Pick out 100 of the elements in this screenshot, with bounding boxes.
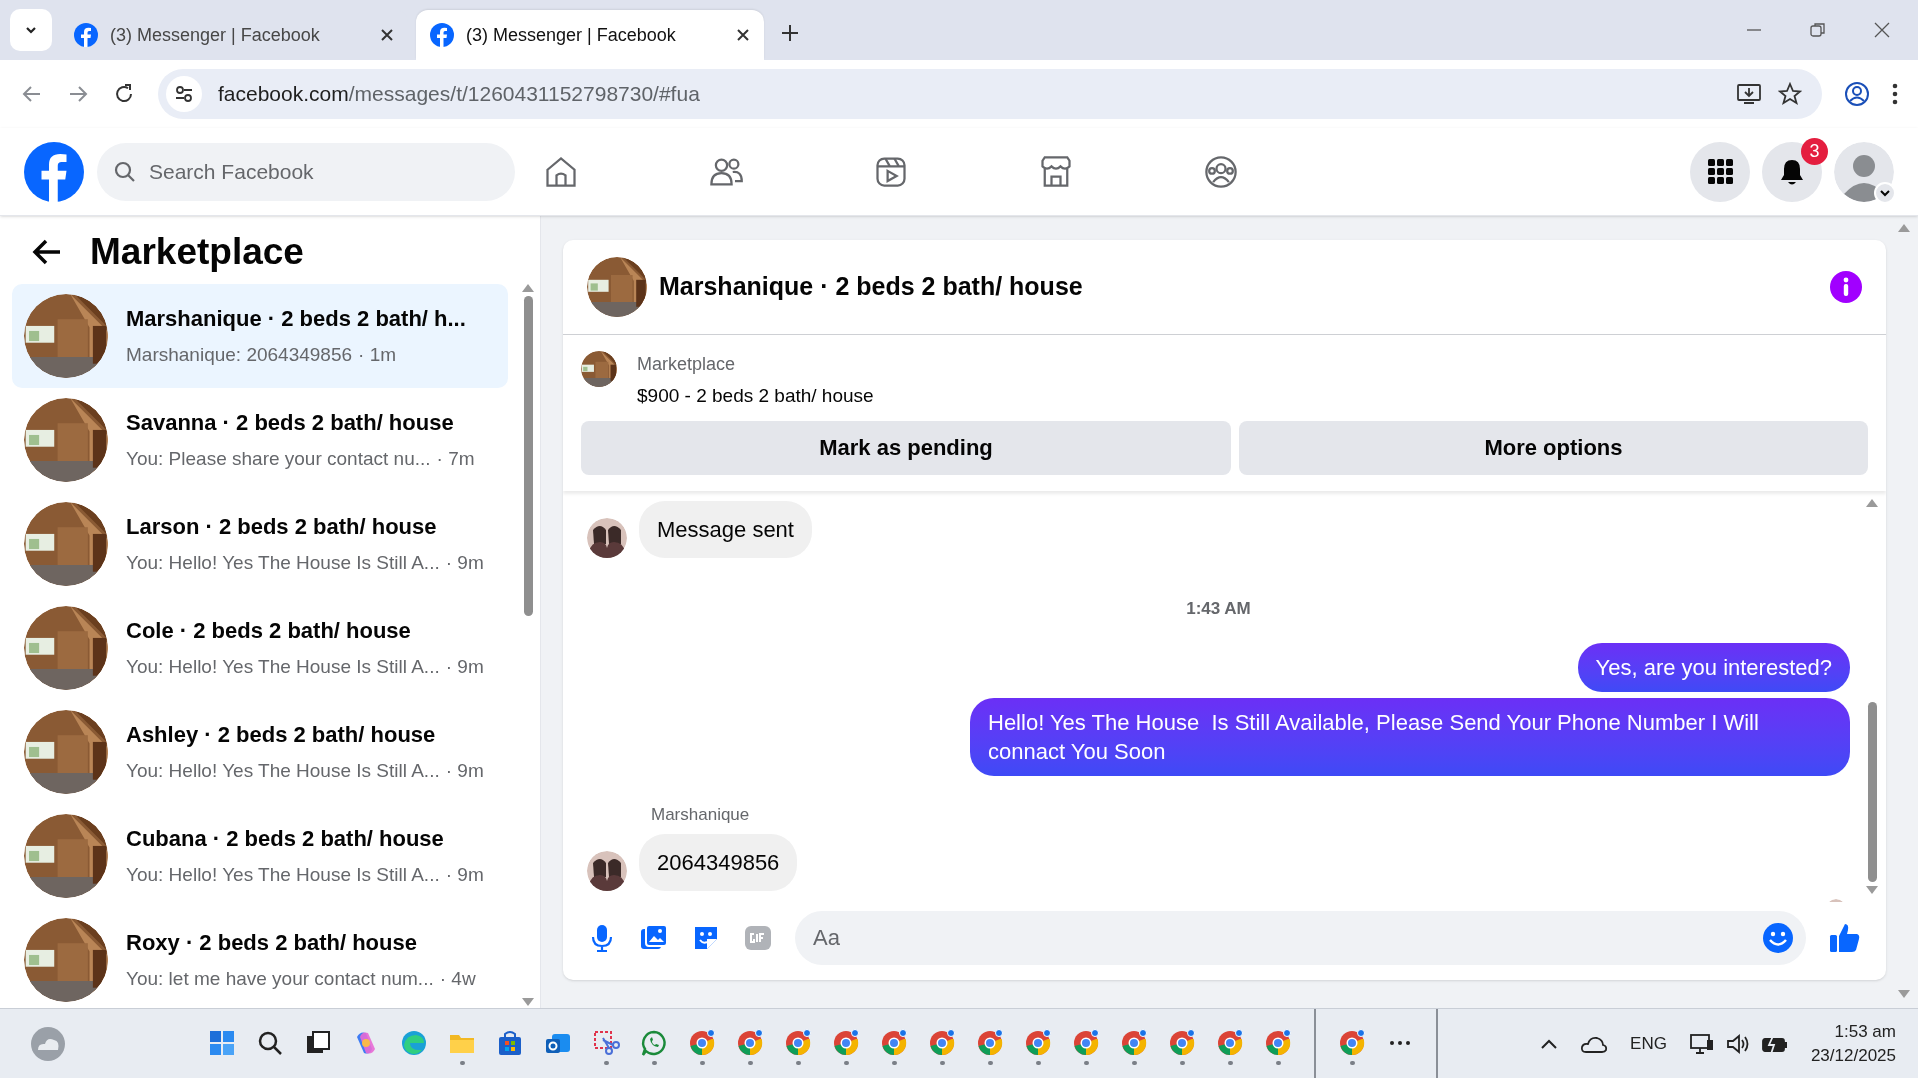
scroll-down-icon[interactable]	[522, 998, 534, 1006]
emoji-icon[interactable]	[1762, 922, 1794, 954]
avatar	[587, 850, 627, 891]
message-time: · 9m	[445, 551, 484, 576]
conversation-item[interactable]: Roxy · 2 beds 2 bath/ house You: let me have your contact num... · 4w	[12, 908, 508, 1008]
site-settings-icon[interactable]	[174, 84, 194, 104]
install-icon[interactable]	[1736, 82, 1762, 106]
conversation-item[interactable]: Savanna · 2 beds 2 bath/ house You: Please share your contact nu... · 7m	[12, 388, 508, 492]
star-icon[interactable]	[1778, 82, 1802, 106]
grid-icon	[1707, 159, 1733, 184]
message-preview: You: Hello! Yes The House Is Still A...	[126, 759, 440, 784]
bell-icon	[1779, 157, 1805, 186]
conversation-title: Marshanique · 2 beds 2 bath/ h...	[126, 305, 466, 334]
groups-icon[interactable]	[1203, 153, 1239, 190]
chrome-icon[interactable]	[832, 1028, 860, 1057]
message-time: · 9m	[445, 863, 484, 888]
more-icon[interactable]	[1892, 83, 1898, 105]
message-preview: You: Please share your contact nu...	[126, 447, 431, 472]
chat-bubble-icon[interactable]	[640, 1028, 668, 1057]
clock-time[interactable]: 1:53 am	[1834, 1019, 1896, 1044]
windows-icon[interactable]	[208, 1028, 236, 1057]
conversation-item[interactable]: Cubana · 2 beds 2 bath/ house You: Hello! Yes The House Is Still A... · 9m	[12, 804, 508, 908]
sent-message: Hello! Yes The House Is Still Available, Please Send Your Phone Number I Will connact You Soon	[970, 698, 1850, 776]
plus-icon	[781, 24, 799, 42]
timestamp: 1:43 AM	[1186, 597, 1251, 620]
language-indicator[interactable]: ENG	[1630, 1030, 1667, 1057]
search-icon	[114, 160, 136, 183]
speaker-icon[interactable]	[1724, 1031, 1751, 1056]
chrome-icon[interactable]	[1168, 1028, 1196, 1057]
scissors-icon[interactable]	[592, 1028, 620, 1057]
conversation-title: Ashley · 2 beds 2 bath/ house	[126, 721, 437, 750]
sidebar-title: Marketplace	[90, 230, 304, 275]
conversation-title: Roxy · 2 beds 2 bath/ house	[126, 929, 418, 958]
clock-date[interactable]: 23/12/2025	[1810, 1043, 1896, 1068]
conversation-item[interactable]: Marshanique · 2 beds 2 bath/ h... Marshanique: 2064349856 · 1m	[12, 284, 508, 388]
chrome-icon[interactable]	[784, 1028, 812, 1057]
store-icon[interactable]	[1038, 153, 1074, 190]
message-preview: You: Hello! Yes The House Is Still A...	[126, 655, 440, 680]
received-message: 2064349856	[639, 833, 798, 891]
close-icon[interactable]	[736, 28, 750, 42]
chrome-icon[interactable]	[688, 1028, 716, 1057]
tab-title: (3) Messenger | Facebook	[466, 23, 677, 47]
chevron-up-icon[interactable]	[1540, 1037, 1559, 1050]
chrome-icon[interactable]	[880, 1028, 908, 1057]
facebook-logo[interactable]	[24, 141, 84, 202]
chrome-icon[interactable]	[1216, 1028, 1244, 1057]
conversation-item[interactable]: Ashley · 2 beds 2 bath/ house You: Hello! Yes The House Is Still A... · 9m	[12, 700, 508, 804]
message-time: · 9m	[445, 759, 484, 784]
restore-icon[interactable]	[1810, 22, 1826, 38]
conversation-item[interactable]: Cole · 2 beds 2 bath/ house You: Hello! Yes The House Is Still A... · 9m	[12, 596, 508, 700]
network-icon[interactable]	[1688, 1031, 1715, 1056]
message-preview: Marshanique: 2064349856	[126, 343, 353, 368]
store-icon[interactable]	[496, 1028, 524, 1057]
message-time: · 1m	[358, 343, 397, 368]
scroll-down-icon[interactable]	[1866, 886, 1878, 894]
scrollbar-thumb[interactable]	[523, 296, 533, 616]
notifications-button[interactable]	[1762, 141, 1822, 202]
notification-badge: 3	[1801, 137, 1828, 165]
conversation-item[interactable]: Larson · 2 beds 2 bath/ house You: Hello! Yes The House Is Still A... · 9m	[12, 492, 508, 596]
avatar	[587, 517, 627, 558]
edge-icon[interactable]	[400, 1028, 428, 1057]
conversation-title: Larson · 2 beds 2 bath/ house	[126, 513, 438, 542]
chrome-icon[interactable]	[736, 1028, 764, 1057]
listing-title: $900 - 2 beds 2 bath/ house	[637, 384, 874, 408]
browser-tab[interactable]: (3) Messenger | Facebook	[416, 10, 764, 60]
search-field[interactable]: Search Facebook	[97, 142, 515, 201]
chrome-icon[interactable]	[976, 1028, 1004, 1057]
info-icon[interactable]	[1830, 271, 1862, 303]
chrome-icon[interactable]	[1072, 1028, 1100, 1057]
scroll-up-icon[interactable]	[1866, 498, 1878, 507]
url-path: /messages/t/1260431152798730/#fua	[348, 82, 700, 106]
conversation-title: Savanna · 2 beds 2 bath/ house	[126, 409, 455, 438]
scroll-up-icon[interactable]	[1898, 224, 1910, 232]
chrome-icon[interactable]	[1264, 1028, 1292, 1057]
message-preview: You: let me have your contact num...	[126, 967, 434, 992]
conversation-title: Cubana · 2 beds 2 bath/ house	[126, 825, 445, 854]
message-time: · 4w	[439, 967, 476, 992]
chrome-icon[interactable]	[1120, 1028, 1148, 1057]
profile-icon[interactable]	[1844, 81, 1870, 107]
close-icon[interactable]	[380, 28, 394, 42]
action-button[interactable]: Mark as pending	[581, 420, 1231, 475]
url-host: facebook.com	[218, 82, 349, 106]
chrome-icon[interactable]	[1024, 1028, 1052, 1057]
conversation-title: Cole · 2 beds 2 bath/ house	[126, 617, 412, 646]
chrome-icon[interactable]	[928, 1028, 956, 1057]
chevron-down-icon[interactable]	[1880, 187, 1890, 198]
scroll-down-icon[interactable]	[1898, 990, 1910, 998]
message-preview: You: Hello! Yes The House Is Still A...	[126, 863, 440, 888]
action-button[interactable]: More options	[1239, 420, 1868, 475]
message-time: · 9m	[445, 655, 484, 680]
close-icon[interactable]	[1874, 22, 1890, 38]
received-message: Message sent	[639, 500, 812, 558]
message-input[interactable]: Aa	[795, 911, 1806, 965]
back-arrow-icon[interactable]	[32, 238, 62, 266]
thumbs-up-icon[interactable]	[1828, 921, 1862, 955]
chat-title: Marshanique · 2 beds 2 bath/ house	[659, 271, 1084, 303]
address-bar[interactable]: facebook.com/messages/t/1260431152798730/#fua	[158, 69, 1822, 119]
chrome-icon[interactable]	[1338, 1028, 1366, 1057]
scroll-up-icon[interactable]	[522, 284, 534, 292]
scrollbar-thumb[interactable]	[1867, 702, 1877, 882]
